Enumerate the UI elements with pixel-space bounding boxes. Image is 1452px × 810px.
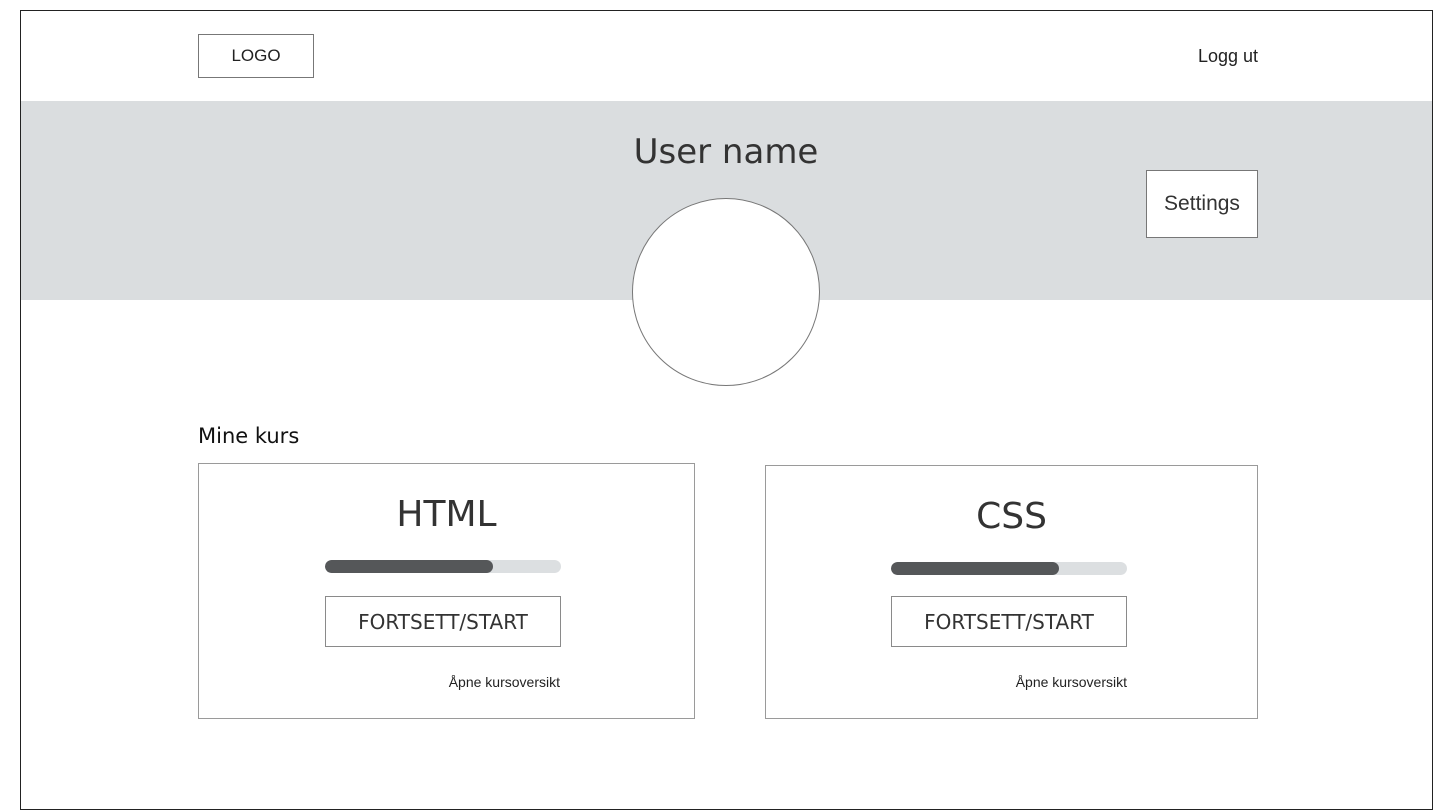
course-card-css: CSS FORTSETT/START Åpne kursoversikt — [765, 465, 1258, 719]
user-name: User name — [633, 132, 819, 172]
continue-start-button[interactable]: FORTSETT/START — [891, 596, 1127, 647]
course-card-html: HTML FORTSETT/START Åpne kursoversikt — [198, 463, 695, 719]
course-progress-bar — [325, 560, 561, 573]
section-title-my-courses: Mine kurs — [198, 424, 300, 448]
course-progress-fill — [891, 562, 1059, 575]
course-progress-fill — [325, 560, 493, 573]
logo[interactable]: LOGO — [198, 34, 314, 78]
settings-button[interactable]: Settings — [1146, 170, 1258, 238]
logout-link[interactable]: Logg ut — [1198, 46, 1258, 67]
course-title: CSS — [976, 496, 1047, 537]
course-progress-bar — [891, 562, 1127, 575]
avatar[interactable] — [632, 198, 820, 386]
continue-start-button[interactable]: FORTSETT/START — [325, 596, 561, 647]
open-course-overview-link[interactable]: Åpne kursoversikt — [1016, 674, 1127, 690]
course-title: HTML — [396, 494, 497, 535]
open-course-overview-link[interactable]: Åpne kursoversikt — [449, 674, 560, 690]
